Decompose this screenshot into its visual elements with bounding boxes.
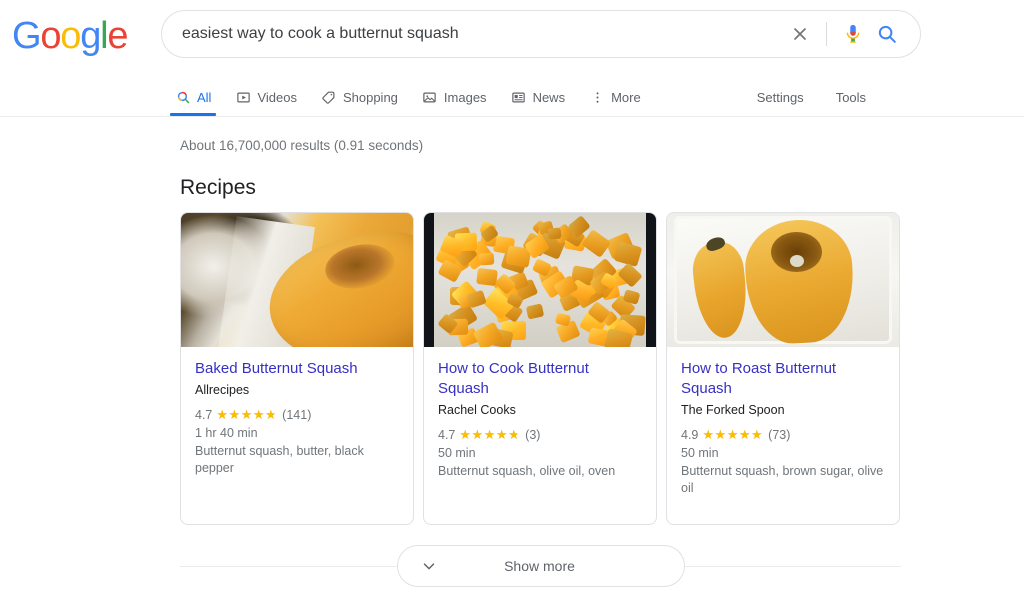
review-count: (73) — [768, 428, 791, 442]
recipe-ingredients: Butternut squash, brown sugar, olive oil — [681, 464, 884, 495]
news-icon — [511, 89, 527, 105]
logo-letter-o2: o — [60, 15, 81, 57]
recipes-section-title: Recipes — [180, 176, 256, 199]
search-box[interactable] — [161, 10, 921, 58]
search-input[interactable] — [162, 11, 783, 57]
search-box-divider — [826, 22, 827, 46]
tab-news[interactable]: News — [511, 78, 566, 116]
recipe-thumbnail-baked-butternut-squash — [181, 213, 413, 347]
recipe-time: 50 min — [438, 446, 476, 460]
recipe-card[interactable]: Baked Butternut Squash Allrecipes 4.7 ★★… — [180, 212, 414, 525]
chevron-down-icon — [420, 557, 438, 575]
tab-images[interactable]: Images — [422, 78, 487, 116]
settings-link[interactable]: Settings — [757, 90, 804, 105]
recipe-card[interactable]: How to Cook Butternut Squash Rachel Cook… — [423, 212, 657, 525]
search-tools: Settings Tools — [757, 78, 898, 116]
recipe-title[interactable]: How to Cook Butternut Squash — [438, 359, 642, 399]
search-tabs: All Videos Shopping Images News More — [170, 78, 665, 116]
recipe-title[interactable]: How to Roast Butternut Squash — [681, 359, 885, 399]
star-rating-icon: ★★★★★ ★★★★★ — [459, 427, 521, 443]
show-more-button[interactable]: Show more — [396, 545, 685, 587]
rating-value: 4.9 — [681, 428, 699, 442]
tab-videos[interactable]: Videos — [235, 78, 297, 116]
tab-label: News — [532, 89, 566, 105]
close-icon[interactable] — [783, 17, 817, 51]
video-icon — [235, 89, 251, 105]
tab-more[interactable]: More — [589, 78, 641, 116]
show-more-label: Show more — [504, 558, 575, 574]
recipe-time: 50 min — [681, 446, 719, 460]
tab-label: More — [611, 89, 641, 105]
search-header: Google easiest way to cook a butternut s… — [0, 0, 1024, 117]
recipe-rating: 4.7 ★★★★★ ★★★★★ (141) — [195, 407, 399, 423]
tab-label: Images — [443, 89, 487, 105]
recipe-card[interactable]: How to Roast Butternut Squash The Forked… — [666, 212, 900, 525]
rating-value: 4.7 — [195, 408, 213, 422]
recipe-source: Allrecipes — [195, 383, 250, 397]
star-rating-icon: ★★★★★ ★★★★★ — [216, 407, 278, 423]
recipe-ingredients: Butternut squash, butter, black pepper — [195, 444, 364, 475]
search-icon[interactable] — [870, 17, 904, 51]
microphone-icon[interactable] — [836, 17, 870, 51]
recipe-ingredients: Butternut squash, olive oil, oven — [438, 464, 616, 478]
search-tabs-row: All Videos Shopping Images News More Set… — [0, 78, 1024, 117]
recipe-title[interactable]: Baked Butternut Squash — [195, 359, 399, 379]
cubes-art — [424, 213, 656, 347]
show-more-section: Show more — [180, 544, 901, 588]
tab-shopping[interactable]: Shopping — [321, 78, 398, 116]
recipe-source: Rachel Cooks — [438, 403, 516, 417]
review-count: (141) — [282, 408, 312, 422]
recipe-card-body: How to Cook Butternut Squash Rachel Cook… — [424, 347, 656, 524]
active-tab-underline — [170, 113, 217, 116]
recipe-rating: 4.7 ★★★★★ ★★★★★ (3) — [438, 427, 642, 443]
recipe-thumbnail-how-to-cook-butternut-squash — [424, 213, 656, 347]
logo-letter-e: e — [107, 15, 128, 57]
recipe-card-body: Baked Butternut Squash Allrecipes 4.7 ★★… — [181, 347, 413, 524]
recipe-card-body: How to Roast Butternut Squash The Forked… — [667, 347, 899, 524]
review-count: (3) — [525, 428, 541, 442]
result-stats: About 16,700,000 results (0.91 seconds) — [180, 138, 424, 153]
tab-label: All — [197, 89, 212, 105]
recipe-card-list: Baked Butternut Squash Allrecipes 4.7 ★★… — [180, 212, 900, 525]
recipe-time: 1 hr 40 min — [195, 426, 258, 440]
tools-link[interactable]: Tools — [836, 90, 866, 105]
tab-all[interactable]: All — [170, 78, 217, 116]
star-rating-icon: ★★★★★ ★★★★★ — [702, 427, 764, 443]
more-vertical-icon — [589, 89, 605, 105]
logo-letter-g: g — [80, 15, 101, 57]
image-icon — [422, 89, 438, 105]
logo-letter-G: G — [12, 15, 42, 57]
recipe-source: The Forked Spoon — [681, 403, 785, 417]
search-box-actions — [783, 17, 920, 51]
google-logo[interactable]: Google — [12, 15, 129, 57]
tag-icon — [321, 89, 337, 105]
tab-label: Videos — [257, 89, 297, 105]
recipe-rating: 4.9 ★★★★★ ★★★★★ (73) — [681, 427, 885, 443]
rating-value: 4.7 — [438, 428, 456, 442]
search-icon — [175, 89, 191, 105]
recipe-thumbnail-how-to-roast-butternut-squash — [667, 213, 899, 347]
tab-label: Shopping — [342, 89, 398, 105]
logo-letter-o1: o — [40, 15, 61, 57]
